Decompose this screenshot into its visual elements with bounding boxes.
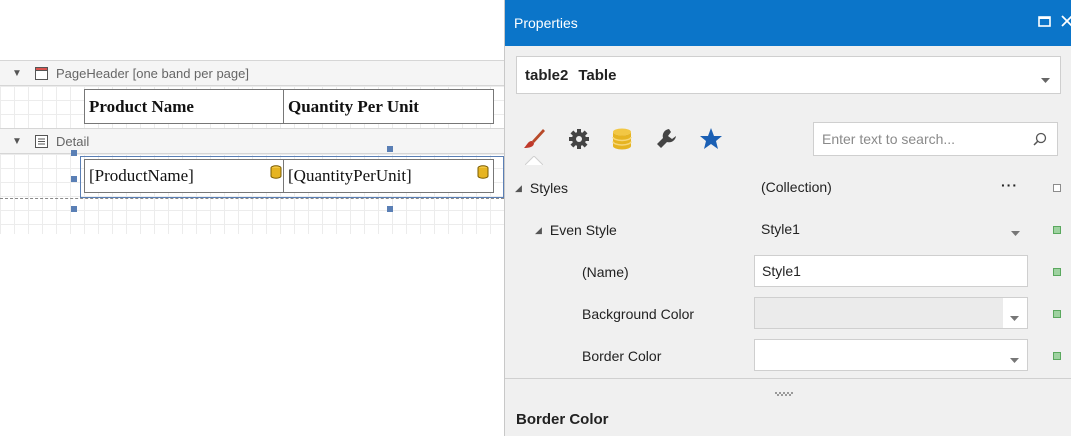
favorites-star-icon[interactable] — [698, 126, 724, 152]
detail-cell-quantity-per-unit[interactable]: [QuantityPerUnit] — [284, 159, 494, 193]
page-header-band-label: PageHeader [one band per page] — [56, 65, 249, 81]
properties-panel: Properties table2 Table Enter text to se… — [504, 0, 1071, 436]
design-wrench-icon[interactable] — [654, 126, 680, 152]
search-icon[interactable] — [1033, 132, 1047, 149]
property-search-box[interactable] — [813, 122, 1058, 156]
object-type: Table — [578, 66, 617, 84]
resize-handle[interactable] — [387, 146, 393, 152]
property-value-text: Style1 — [762, 263, 801, 279]
expand-triangle-icon[interactable]: ◢ — [535, 225, 542, 236]
properties-title-bar[interactable]: Properties — [505, 0, 1071, 46]
property-value-text: Style1 — [761, 221, 800, 237]
data-binding-icon — [270, 165, 282, 179]
page-header-band-caption[interactable]: ▼ PageHeader [one band per page] — [0, 60, 504, 86]
property-marker — [1053, 352, 1061, 360]
chevron-down-icon[interactable] — [1010, 351, 1019, 367]
property-row-background-color[interactable]: Background Color — [505, 293, 1071, 335]
detail-band-label: Detail — [56, 133, 90, 149]
resize-handle[interactable] — [71, 206, 77, 212]
detail-band-icon — [34, 134, 48, 148]
property-category-tabs — [505, 116, 805, 165]
page-header-band-area[interactable]: Product Name Quantity Per Unit — [0, 86, 504, 128]
report-designer-surface[interactable]: ▼ PageHeader [one band per page] Product… — [0, 0, 504, 436]
chevron-down-icon[interactable] — [1041, 71, 1050, 88]
property-name: Background Color — [582, 306, 695, 322]
resize-handle[interactable] — [387, 206, 393, 212]
property-name: Even Style — [549, 222, 617, 238]
property-marker — [1053, 184, 1061, 192]
property-value[interactable]: (Collection) ··· — [754, 171, 1028, 203]
search-input[interactable] — [822, 131, 1022, 147]
page-header-band-icon — [34, 66, 48, 80]
collapse-arrow-icon[interactable]: ▼ — [12, 136, 24, 147]
header-cell-product-name[interactable]: Product Name — [84, 89, 284, 124]
property-value[interactable] — [754, 339, 1028, 371]
object-name: table2 — [525, 66, 569, 84]
appearance-brush-icon[interactable] — [521, 126, 547, 152]
property-marker — [1053, 310, 1061, 318]
band-bottom-line — [0, 198, 504, 199]
data-database-icon[interactable] — [609, 126, 635, 152]
property-row-name[interactable]: (Name) Style1 — [505, 251, 1071, 293]
properties-title: Properties — [514, 15, 578, 31]
collapse-arrow-icon[interactable]: ▼ — [12, 68, 24, 79]
chevron-down-icon[interactable] — [1011, 224, 1020, 240]
property-row-border-color[interactable]: Border Color — [505, 335, 1071, 377]
property-name: (Name) — [582, 264, 629, 280]
resize-handle[interactable] — [71, 150, 77, 156]
detail-cell-product-name[interactable]: [ProductName] — [84, 159, 284, 193]
property-value[interactable]: Style1 — [754, 255, 1028, 287]
description-title: Border Color — [516, 411, 609, 428]
property-marker — [1053, 226, 1061, 234]
property-row-styles[interactable]: ◢ Styles (Collection) ··· — [505, 167, 1071, 209]
maximize-icon[interactable] — [1038, 14, 1051, 30]
property-name: Border Color — [582, 348, 662, 364]
property-row-even-style[interactable]: ◢ Even Style Style1 — [505, 209, 1071, 251]
active-tab-notch — [525, 156, 543, 165]
object-selector[interactable]: table2 Table — [516, 56, 1061, 94]
chevron-down-icon[interactable] — [1010, 309, 1019, 325]
behavior-gear-icon[interactable] — [566, 126, 592, 152]
data-binding-icon — [477, 165, 489, 179]
property-name: Styles — [529, 180, 569, 196]
splitter-grip-icon[interactable] — [775, 384, 793, 399]
header-cell-quantity-per-unit[interactable]: Quantity Per Unit — [284, 89, 494, 124]
property-value[interactable] — [754, 297, 1028, 329]
resize-handle[interactable] — [71, 176, 77, 182]
description-panel: Border Color — [505, 378, 1071, 436]
detail-band-area[interactable]: [ProductName] [QuantityPerUnit] — [0, 154, 504, 234]
property-value[interactable]: Style1 — [754, 213, 1028, 245]
property-marker — [1053, 268, 1061, 276]
expand-triangle-icon[interactable]: ◢ — [515, 183, 522, 194]
property-value-text: (Collection) — [761, 179, 832, 195]
close-icon[interactable] — [1061, 14, 1071, 30]
ellipsis-button[interactable]: ··· — [1001, 177, 1018, 193]
